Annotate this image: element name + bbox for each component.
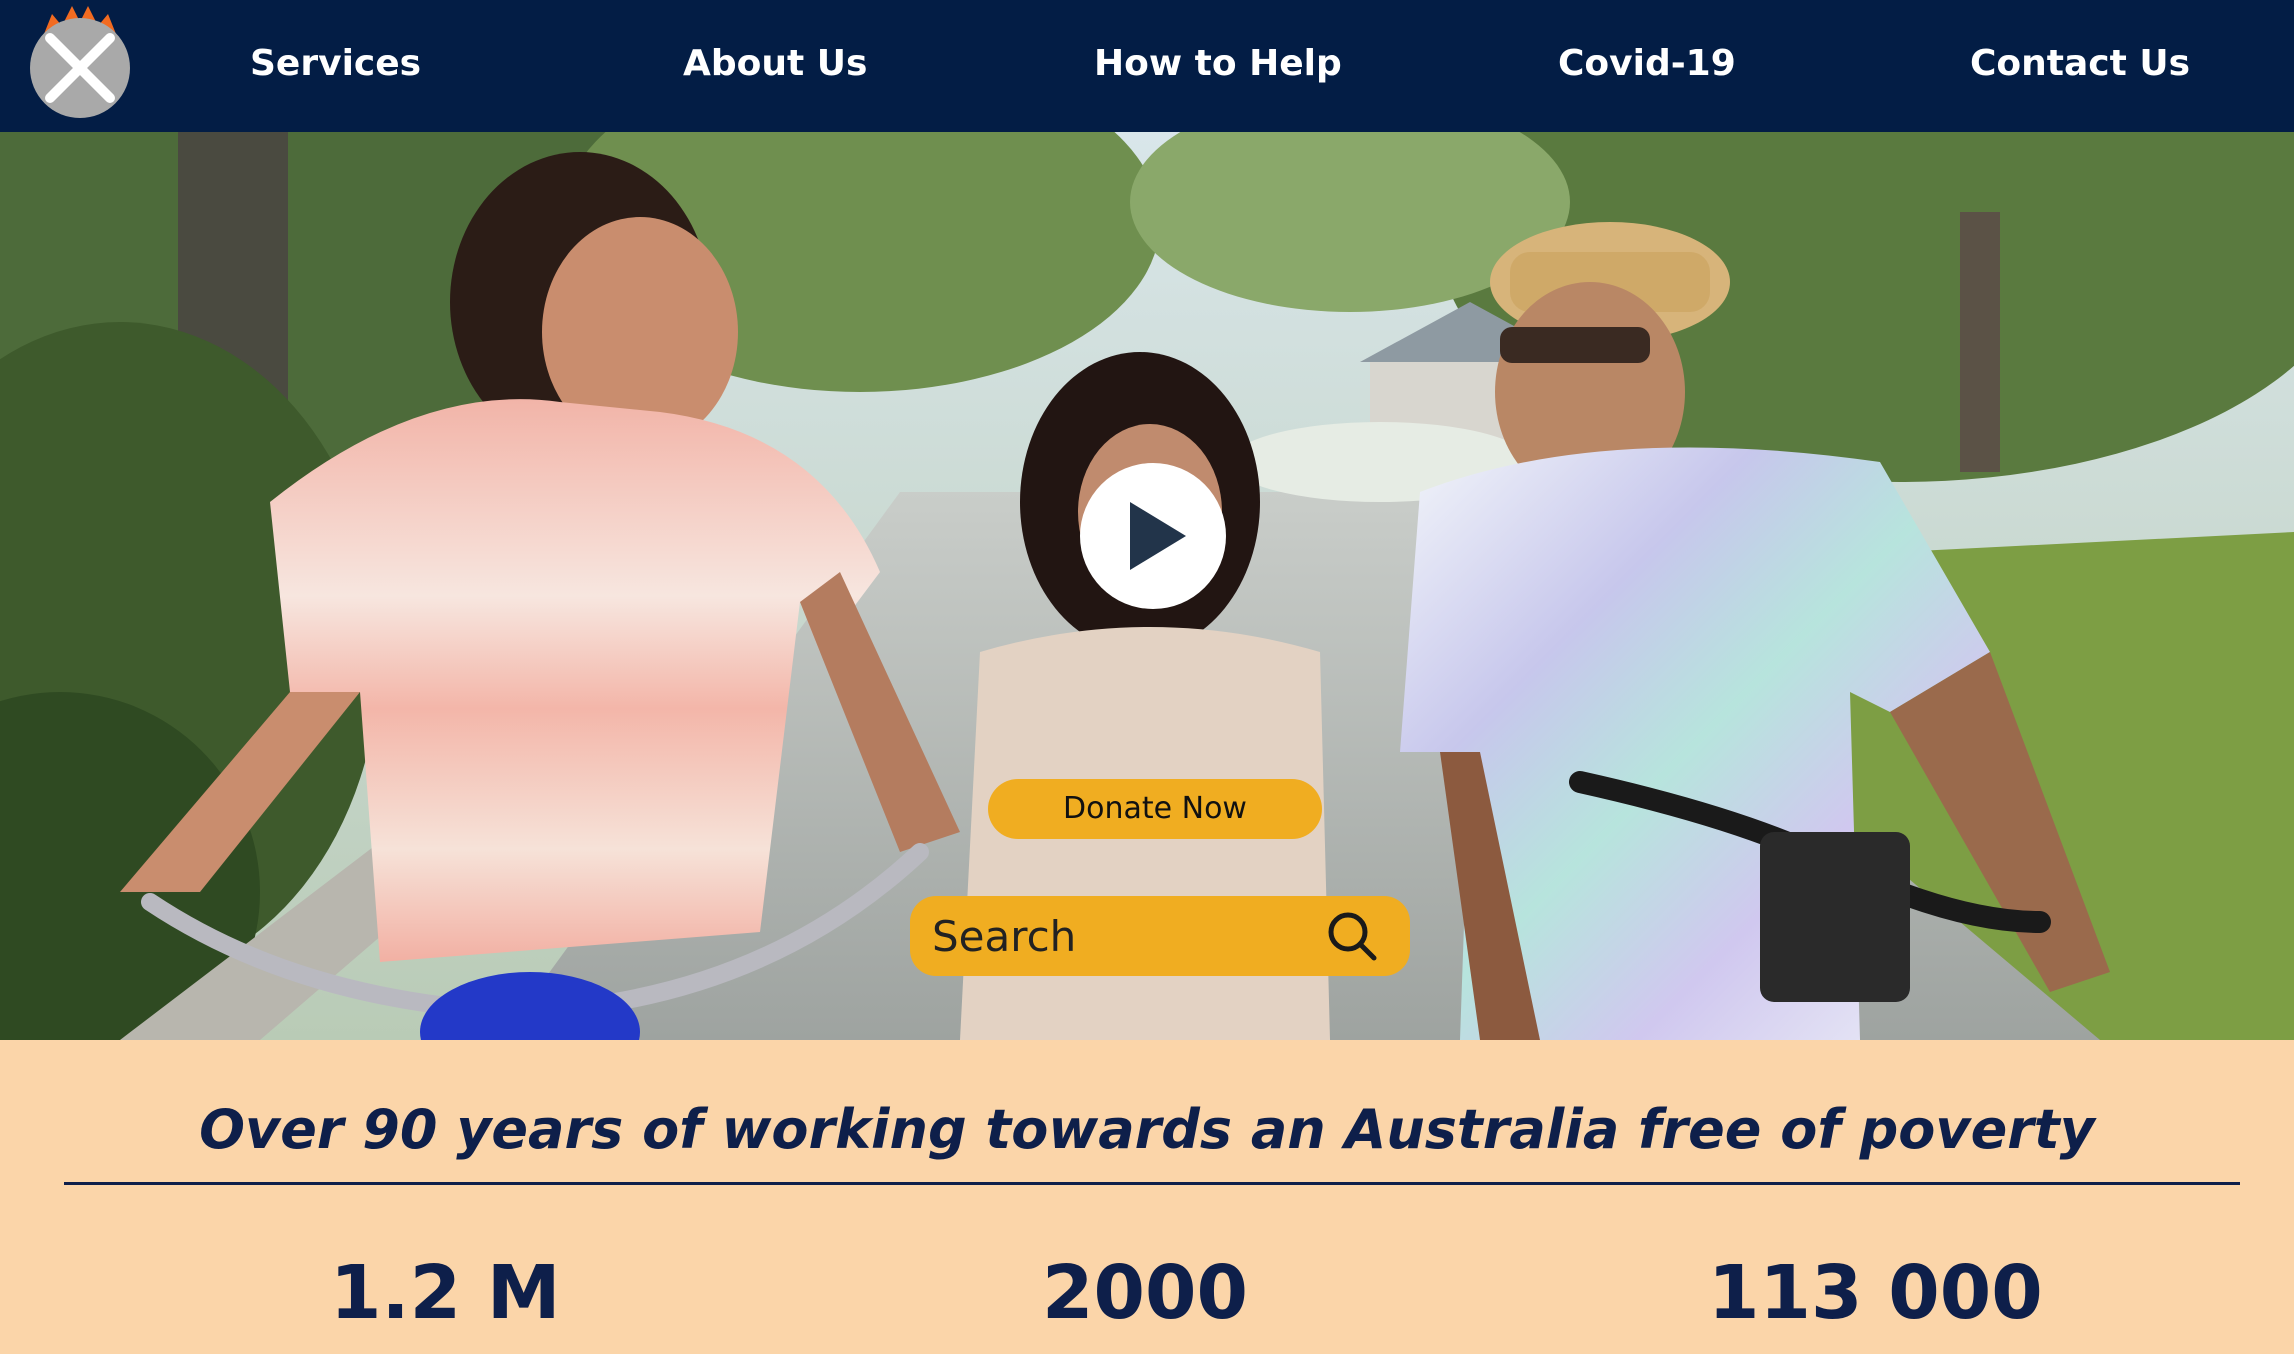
stat-value: 2000 [1042,1250,1248,1336]
nav-covid-19[interactable]: Covid-19 [1558,0,1736,132]
search-icon[interactable] [1326,910,1378,962]
nav-contact-us[interactable]: Contact Us [1970,0,2190,132]
search-bar [910,896,1410,976]
stat-value: 113 000 [1708,1250,2043,1336]
nav-services[interactable]: Services [250,0,421,132]
donate-now-button[interactable]: Donate Now [988,779,1322,839]
hero-section: Donate Now [0,132,2294,1040]
play-video-button[interactable] [1080,463,1226,609]
tagline-heading: Over 90 years of working towards an Aust… [199,1098,2095,1161]
search-input[interactable] [932,904,1312,968]
divider-line [64,1182,2240,1185]
logo-icon[interactable] [22,4,138,120]
play-icon [1130,502,1186,570]
nav-how-to-help[interactable]: How to Help [1094,0,1342,132]
impact-section: Over 90 years of working towards an Aust… [0,1040,2294,1354]
top-navbar: Services About Us How to Help Covid-19 C… [0,0,2294,132]
nav-about-us[interactable]: About Us [683,0,867,132]
stat-value: 1.2 M [330,1250,561,1336]
